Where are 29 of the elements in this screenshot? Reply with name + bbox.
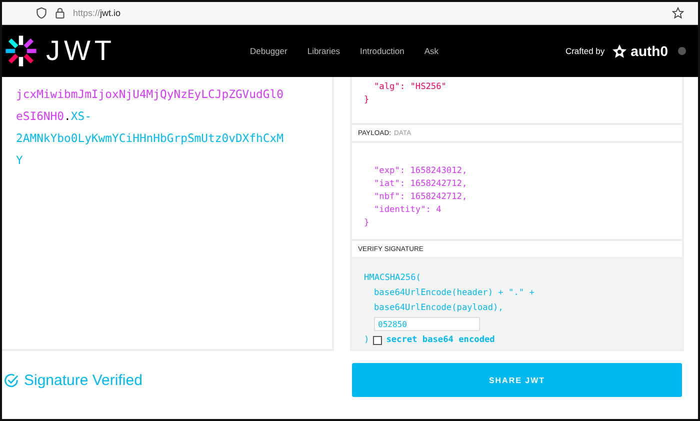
shield-icon [36, 7, 47, 19]
brand-text[interactable]: auth0 [630, 43, 668, 59]
checkbox[interactable] [373, 336, 382, 344]
star-badge-icon [612, 44, 627, 58]
code-line: "nbf": 1658242712, [373, 191, 468, 204]
logo-icon [4, 34, 38, 68]
code-line: "alg": "HS256" [373, 81, 448, 94]
signature-status: Signature Verified [24, 372, 142, 388]
code-line: base64UrlEncode(header) + "." + [373, 287, 536, 300]
lock-icon [55, 7, 65, 19]
code-line: ) [364, 334, 370, 346]
code-line: "identity": 4 [373, 204, 442, 217]
url-text[interactable]: https://jwt.io [73, 8, 664, 18]
code-line: } [364, 94, 370, 107]
encoded-token-line[interactable]: jcxMiwibmJmIjoxNjU4MjQyNzEyLCJpZGVudGl0 [16, 83, 332, 105]
star-icon[interactable] [672, 7, 684, 19]
nav-link[interactable]: Libraries [307, 46, 340, 56]
nav-link[interactable]: Ask [424, 46, 439, 56]
crafted-by-text: Crafted by [565, 46, 605, 56]
code-line: } [364, 217, 370, 230]
logo-text[interactable]: JWT [46, 35, 116, 67]
nav-link[interactable]: Introduction [360, 46, 404, 56]
code-line: base64UrlEncode(payload), [373, 302, 504, 315]
nav-link[interactable]: Debugger [250, 46, 288, 56]
code-line: "exp": 1658243012, [373, 165, 468, 178]
check-circle-icon [4, 372, 19, 388]
encoded-token-line[interactable]: eSI6NH0.XS- [16, 105, 332, 127]
code-line: HMACSHA256( [364, 272, 422, 285]
code-line: "iat": 1658242712, [373, 178, 468, 191]
